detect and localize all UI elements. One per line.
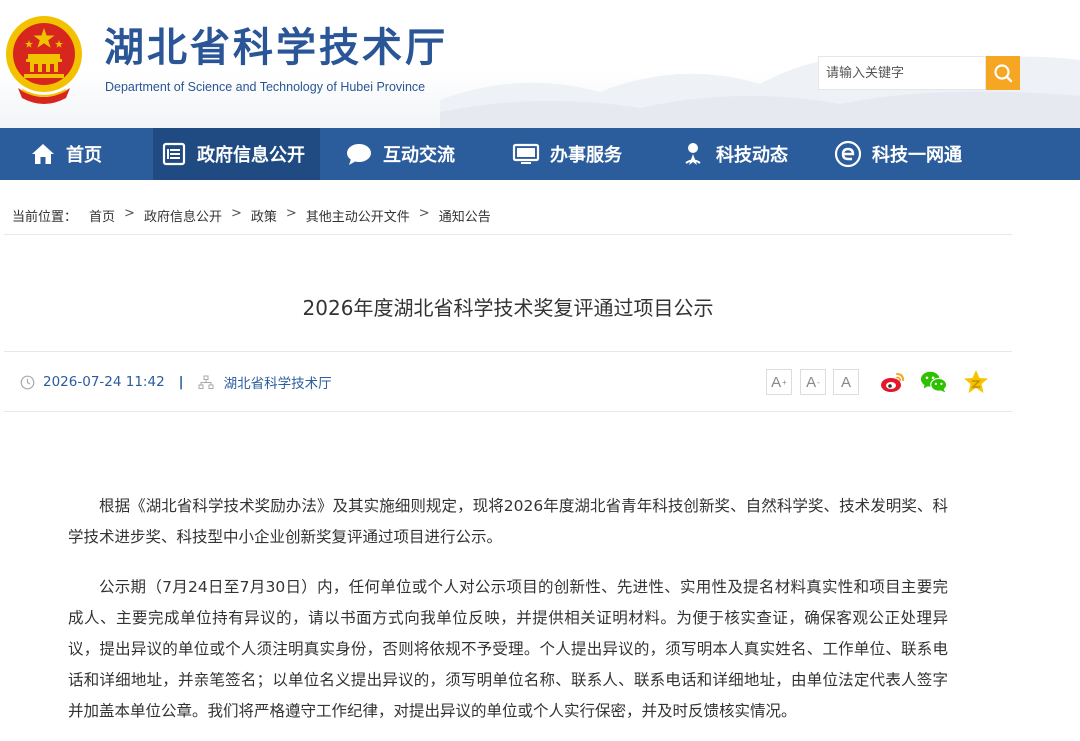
home-icon (32, 144, 54, 164)
title-divider (4, 351, 1012, 352)
clock-icon (20, 375, 35, 389)
organization-icon (198, 375, 214, 389)
e-circle-icon (834, 140, 862, 168)
breadcrumb: 当前位置： 首页 > 政府信息公开 > 政策 > 其他主动公开文件 > 通知公告 (12, 206, 491, 225)
article-paragraph-1: 根据《湖北省科学技术奖励办法》及其实施细则规定，现将2026年度湖北省青年科技创… (68, 497, 948, 546)
breadcrumb-link-other-files[interactable]: 其他主动公开文件 (306, 206, 410, 225)
nav-item-interaction[interactable]: 互动交流 (345, 128, 475, 180)
breadcrumb-link-home[interactable]: 首页 (89, 206, 115, 225)
breadcrumb-link-notices[interactable]: 通知公告 (439, 206, 491, 225)
chat-bubble-icon (347, 144, 371, 165)
nav-item-tech-portal[interactable]: 科技一网通 (834, 128, 984, 180)
site-subtitle: Department of Science and Technology of … (105, 80, 426, 94)
breadcrumb-separator: > (230, 206, 242, 221)
nav-item-gov-info[interactable]: 政府信息公开 (153, 128, 320, 180)
favorite-star-icon[interactable] (962, 368, 990, 396)
font-size-small-button[interactable]: A (833, 369, 859, 395)
site-title: 湖北省科学技术厅 (104, 24, 448, 71)
article-title: 2026年度湖北省科学技术奖复评通过项目公示 (302, 296, 714, 320)
breadcrumb-link-gov-info[interactable]: 政府信息公开 (144, 206, 222, 225)
meta-separator: | (178, 374, 184, 390)
article-meta: 2026-07-24 11:42 | 湖北省科学技术厅 (20, 372, 332, 392)
nav-item-home[interactable]: 首页 (30, 128, 140, 180)
article-source: 湖北省科学技术厅 (223, 376, 332, 392)
search-button[interactable] (986, 56, 1020, 90)
nav-label: 首页 (66, 145, 102, 166)
breadcrumb-separator: > (124, 206, 135, 221)
document-list-icon (162, 142, 186, 166)
font-size-large-button[interactable]: A + (766, 369, 792, 395)
nav-item-services[interactable]: 办事服务 (512, 128, 642, 180)
nav-label: 政府信息公开 (197, 145, 305, 166)
breadcrumb-link-policy[interactable]: 政策 (251, 206, 277, 225)
person-badge-icon (685, 143, 701, 165)
search-icon (994, 64, 1013, 83)
nav-label: 科技动态 (716, 145, 788, 166)
monitor-icon (512, 143, 540, 164)
nav-label: 办事服务 (550, 145, 622, 166)
publish-date: 2026-07-24 11:42 (43, 374, 165, 390)
breadcrumb-divider (4, 234, 1012, 235)
site-header: 湖北省科学技术厅 Department of Science and Techn… (0, 0, 1080, 128)
breadcrumb-separator: > (285, 206, 297, 221)
breadcrumb-separator: > (418, 206, 430, 221)
weibo-icon[interactable] (879, 368, 907, 396)
nav-label: 科技一网通 (872, 145, 962, 166)
main-nav: 首页 政府信息公开 互动交流 办事服务 科技动态 科技一网通 (0, 128, 1080, 180)
nav-item-tech-news[interactable]: 科技动态 (680, 128, 810, 180)
font-size-medium-button[interactable]: A- (800, 369, 826, 395)
breadcrumb-prefix: 当前位置： (12, 210, 78, 225)
national-emblem-icon (6, 16, 82, 104)
meta-divider (4, 411, 1012, 412)
wechat-icon[interactable] (920, 368, 948, 396)
article-paragraph-2: 公示期（7月24日至7月30日）内，任何单位或个人对公示项目的创新性、先进性、实… (68, 578, 948, 720)
search-input[interactable] (818, 56, 986, 90)
nav-label: 互动交流 (383, 145, 455, 166)
